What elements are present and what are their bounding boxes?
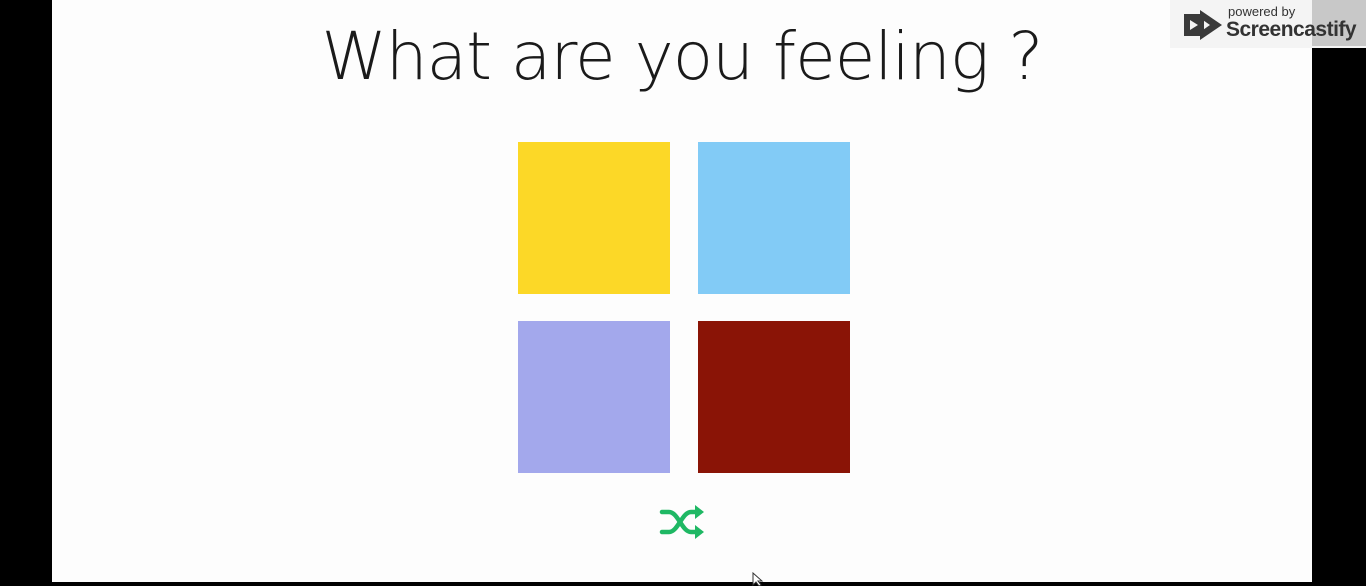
screencastify-logo-icon bbox=[1184, 10, 1222, 40]
color-tile-lavender[interactable] bbox=[518, 321, 670, 473]
page-title: What are you feeling ? bbox=[321, 18, 1044, 95]
color-tile-light-blue[interactable] bbox=[698, 142, 850, 294]
watermark-powered-by: powered by bbox=[1228, 4, 1296, 19]
shuffle-button[interactable] bbox=[656, 502, 708, 542]
shuffle-icon bbox=[659, 505, 704, 539]
screen-frame: What are you feeling ? powered by Screen… bbox=[0, 0, 1366, 586]
mouse-cursor-icon bbox=[752, 572, 764, 586]
color-tile-yellow[interactable] bbox=[518, 142, 670, 294]
color-tile-dark-red[interactable] bbox=[698, 321, 850, 473]
watermark-brand: Screencastify bbox=[1226, 18, 1357, 41]
screencastify-watermark: powered by Screencastify bbox=[1170, 0, 1366, 48]
page: What are you feeling ? bbox=[52, 0, 1312, 582]
